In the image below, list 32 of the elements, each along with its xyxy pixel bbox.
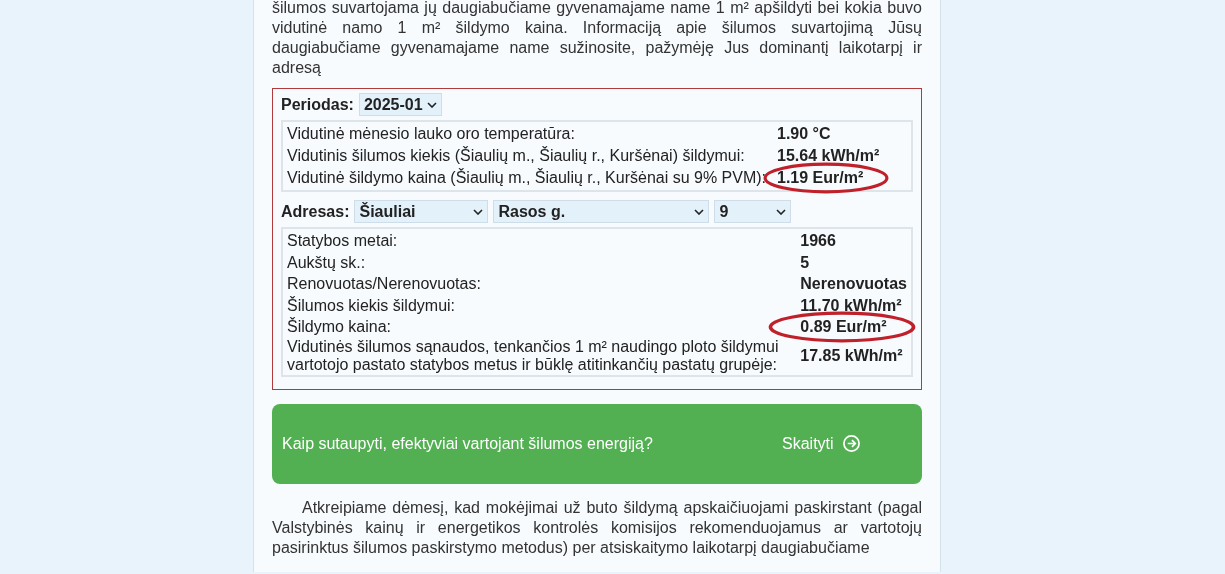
row-value: 11.70 kWh/m² (799, 295, 903, 316)
note-paragraph: Atkreipiame dėmesį, kad mokėjimai už buto šildymą apskaičiuojami paskirstant (pagal Valstybinės kainų ir energetikos kontrolės komisijos rekomenduojamus ar vartotojų pasirinktus šilumos paskirstymo metodus) per atsiskaitymo laikotarpį daugiabučiame (272, 497, 922, 558)
row-label: Vidutinis šilumos kiekis (Šiaulių m., Šiaulių r., Kuršėnai) šildymui: (286, 145, 746, 166)
address-label: Adresas: (281, 202, 350, 221)
caret-icon (694, 208, 705, 215)
intro-paragraph: šilumos suvartojama jų daugiabučiame gyvenamajame name 1 m² apšildyti bei kokia buvo vidutinė namo 1 m² šildymo kaina. Informaciją apie šilumos suvartojimą Jūsų daugiabučiame gyvenamajame name sužinosite, pažymėję Jus dominantį laikotarpį ir adresą (272, 0, 922, 78)
row-label: Vidutinės šilumos sąnaudos, tenkančios 1 m² naudingo ploto šildymui vartotojo pastato statybos metus ir būklę atitinkančių pastatų grupėje: (286, 337, 780, 374)
caret-icon (426, 101, 437, 108)
row-label: Aukštų sk.: (286, 252, 367, 273)
period-select[interactable]: 2025-01 (358, 93, 442, 116)
row-label: Statybos metai: (286, 231, 399, 251)
row-value: Nerenovuotas (799, 274, 908, 294)
caret-icon (776, 208, 787, 215)
banner-text: Kaip sutaupyti, efektyviai vartojant šilumos energiją? (282, 434, 654, 453)
row-label: Renovuotas/Nerenovuotas: (286, 274, 482, 294)
period-label: Periodas: (281, 95, 354, 114)
row-value: 1.19 Eur/m² (775, 167, 909, 189)
row-label: Šildymo kaina: (286, 316, 393, 337)
city-select[interactable]: Šiauliai (354, 200, 489, 223)
row-label: Šilumos kiekis šildymui: (286, 295, 457, 316)
row-value: 1.90 °C (776, 124, 832, 144)
row-value: 5 (799, 252, 811, 273)
caret-icon (473, 208, 484, 215)
row-value: 15.64 kWh/m² (776, 146, 881, 166)
row-label: Vidutinė mėnesio lauko oro temperatūra: (286, 124, 576, 144)
row-value: 1966 (799, 231, 837, 251)
row-value: 17.85 kWh/m² (799, 345, 904, 366)
number-select[interactable]: 9 (714, 200, 792, 223)
arrow-circle-icon (841, 434, 861, 453)
row-value: 0.89 Eur/m² (798, 316, 909, 338)
row-label: Vidutinė šildymo kaina (Šiaulių m., Šiaulių r., Kuršėnai su 9% PVM): (286, 167, 768, 188)
street-select[interactable]: Rasos g. (493, 200, 710, 223)
